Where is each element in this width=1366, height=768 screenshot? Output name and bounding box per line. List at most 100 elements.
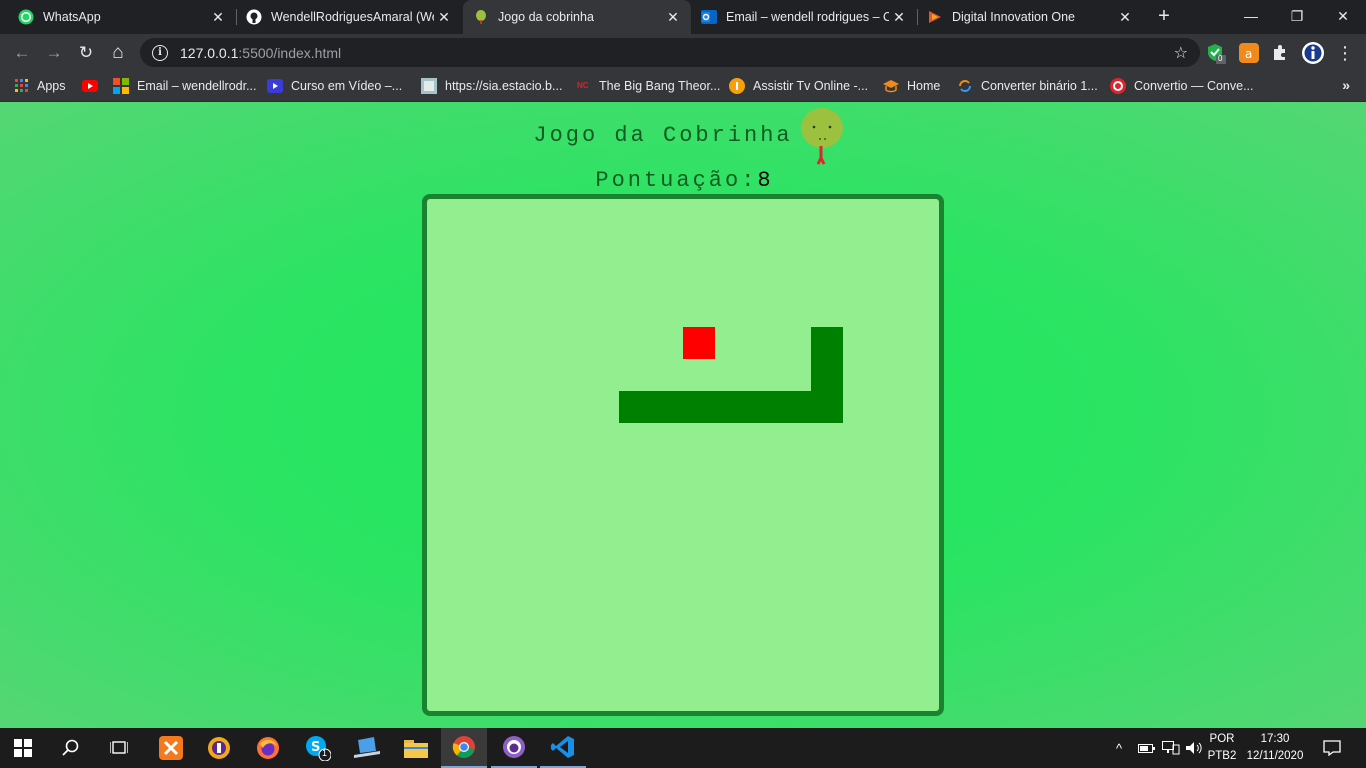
apps-grid-icon	[15, 79, 29, 93]
bookmark-label: Email – wendellrodr...	[137, 79, 257, 93]
snake-head-logo-icon	[800, 106, 846, 166]
notifications-icon[interactable]	[1323, 728, 1341, 768]
vscode-icon[interactable]	[540, 728, 586, 768]
xampp-icon[interactable]	[148, 728, 194, 768]
task-view-icon[interactable]	[96, 728, 142, 768]
svg-text:a: a	[1245, 47, 1252, 61]
page-title: Jogo da Cobrinha	[0, 123, 1366, 148]
bookmark-label: Assistir Tv Online -...	[753, 79, 869, 93]
browser-tab-strip: WhatsApp ✕ WendellRodriguesAmaral (Wen ✕…	[0, 0, 1366, 34]
graduation-cap-icon	[883, 79, 899, 93]
search-icon[interactable]	[48, 728, 94, 768]
bookmark-star-icon[interactable]: ☆	[1174, 43, 1188, 63]
snake-segment	[811, 391, 843, 423]
bookmark-curso-em-video[interactable]: Curso em Vídeo –...	[267, 77, 402, 95]
bookmark-big-bang-theory[interactable]: NC The Big Bang Theor...	[577, 77, 720, 95]
snake-icon	[473, 9, 489, 25]
bookmark-home[interactable]: Home	[883, 77, 940, 95]
clock-time: 17:30	[1260, 733, 1290, 745]
tab-outlook[interactable]: Email – wendell rodrigues – Ou ✕	[691, 0, 917, 34]
tab-title: Jogo da cobrinha	[498, 10, 594, 24]
tab-title: WendellRodriguesAmaral (Wen	[271, 10, 434, 24]
bookmark-label: Apps	[37, 79, 66, 93]
converter-icon	[957, 78, 973, 94]
tab-close-icon[interactable]: ✕	[434, 9, 454, 26]
bookmarks-overflow-button[interactable]: »	[1342, 77, 1350, 93]
tab-close-icon[interactable]: ✕	[1115, 9, 1135, 26]
system-clock[interactable]: 17:30 12/11/2020	[1240, 731, 1310, 765]
site-info-icon[interactable]: i	[152, 44, 168, 61]
laptop-app-icon[interactable]	[344, 728, 390, 768]
bookmark-label: The Big Bang Theor...	[599, 79, 721, 93]
profile-avatar[interactable]	[1301, 41, 1325, 65]
bookmark-email[interactable]: Email – wendellrodr...	[113, 77, 257, 95]
shopping-extension-icon[interactable]: a	[1239, 43, 1259, 63]
snake-segment	[747, 391, 779, 423]
bookmark-sia-estacio[interactable]: https://sia.estacio.b...	[421, 77, 562, 95]
tab-title: Digital Innovation One	[952, 10, 1075, 24]
network-icon[interactable]	[1162, 728, 1180, 768]
battery-icon[interactable]	[1138, 728, 1156, 768]
github-desktop-icon[interactable]	[491, 728, 537, 768]
file-explorer-icon[interactable]	[393, 728, 439, 768]
dio-icon	[927, 9, 943, 25]
whatsapp-icon	[18, 9, 34, 25]
browser-toolbar: ← → ↻ ⌂ i 127.0.0.1:5500/index.html ☆ 0 …	[0, 34, 1366, 71]
address-host: 127.0.0.1	[180, 44, 239, 61]
minimize-button[interactable]: —	[1228, 0, 1274, 32]
curso-em-video-icon	[267, 79, 283, 93]
chrome-icon[interactable]	[441, 728, 487, 768]
tab-whatsapp[interactable]: WhatsApp ✕	[8, 0, 236, 34]
skype-icon[interactable]: S 1	[295, 728, 341, 768]
bookmark-label: Convertio — Conve...	[1134, 79, 1254, 93]
tab-title: WhatsApp	[43, 10, 101, 24]
extensions-puzzle-icon[interactable]	[1270, 43, 1290, 63]
bookmark-convertio[interactable]: Convertio — Conve...	[1110, 77, 1254, 95]
game-title-text: Jogo da Cobrinha	[533, 123, 793, 148]
tab-close-icon[interactable]: ✕	[663, 9, 683, 26]
back-button[interactable]: ←	[9, 40, 35, 66]
browser-menu-icon[interactable]: ⋮	[1332, 40, 1358, 66]
address-path: :5500/index.html	[238, 44, 342, 61]
snake-segment	[683, 391, 715, 423]
score-display: Pontuação:8	[0, 168, 1366, 193]
windows-start-icon[interactable]	[0, 728, 46, 768]
snake-segment	[619, 391, 651, 423]
snake-segment	[651, 391, 683, 423]
new-tab-button[interactable]: +	[1152, 5, 1176, 29]
tab-close-icon[interactable]: ✕	[208, 9, 228, 26]
firefox-icon[interactable]	[245, 728, 291, 768]
reload-button[interactable]: ↻	[73, 40, 99, 66]
maximize-button[interactable]: ❐	[1274, 0, 1320, 32]
youtube-icon	[82, 80, 98, 92]
keyboard-layout: PTB2	[1207, 750, 1237, 762]
avast-secure-browser-icon[interactable]	[196, 728, 242, 768]
home-button[interactable]: ⌂	[105, 40, 131, 66]
extension-badge: 0	[1218, 54, 1223, 63]
tab-close-icon[interactable]: ✕	[889, 9, 909, 26]
tab-github[interactable]: WendellRodriguesAmaral (Wen ✕	[236, 0, 462, 34]
nc-icon: NC	[577, 81, 589, 90]
bookmark-youtube[interactable]	[82, 77, 98, 95]
bookmark-converter-binario[interactable]: Converter binário 1...	[957, 77, 1098, 95]
volume-icon[interactable]	[1186, 728, 1204, 768]
tab-jogo-da-cobrinha[interactable]: Jogo da cobrinha ✕	[463, 0, 691, 34]
game-board[interactable]	[422, 194, 944, 716]
score-value: 8	[757, 168, 771, 193]
shield-extension-icon[interactable]: 0	[1206, 43, 1226, 64]
address-bar[interactable]: i 127.0.0.1:5500/index.html ☆	[140, 38, 1200, 67]
bookmark-assistir-tv[interactable]: Assistir Tv Online -...	[729, 77, 868, 95]
chevron-up-icon: ^	[1116, 740, 1123, 756]
game-page: Jogo da Cobrinha Pontuação:8	[0, 102, 1366, 728]
bookmark-label: Converter binário 1...	[981, 79, 1098, 93]
bookmark-label: Curso em Vídeo –...	[291, 79, 403, 93]
bookmarks-bar: Apps Email – wendellrodr... Curso em Víd…	[0, 71, 1366, 102]
forward-button[interactable]: →	[41, 40, 67, 66]
bookmark-apps[interactable]: Apps	[15, 77, 66, 95]
tray-overflow-button[interactable]: ^	[1116, 728, 1122, 768]
score-label: Pontuação:	[595, 168, 758, 193]
close-window-button[interactable]: ✕	[1320, 0, 1366, 32]
tab-digital-innovation-one[interactable]: Digital Innovation One ✕	[917, 0, 1143, 34]
input-language-indicator[interactable]: POR PTB2	[1205, 731, 1239, 765]
bookmark-label: Home	[907, 79, 941, 93]
